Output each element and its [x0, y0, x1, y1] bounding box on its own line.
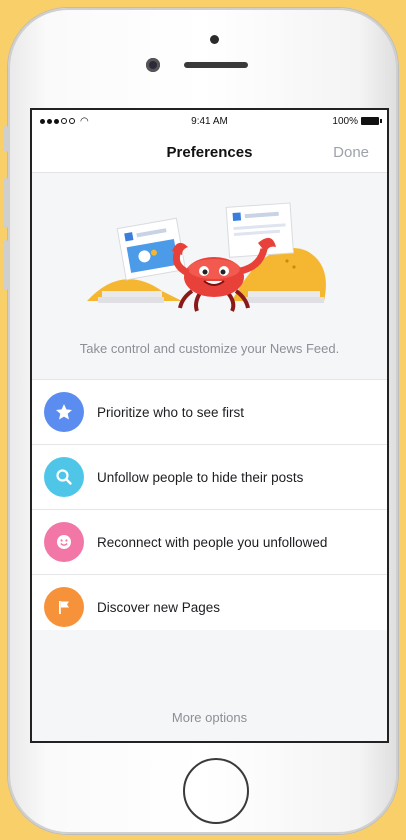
option-unfollow[interactable]: Unfollow people to hide their posts [32, 444, 387, 509]
done-button[interactable]: Done [327, 143, 375, 162]
option-prioritize[interactable]: Prioritize who to see first [32, 379, 387, 444]
front-sensor [210, 35, 219, 44]
search-icon [44, 457, 84, 497]
status-time: 9:41 AM [191, 115, 228, 127]
battery-icon [361, 117, 382, 125]
page-title: Preferences [166, 143, 253, 161]
footer-area: More options [32, 630, 387, 741]
hero-tagline: Take control and customize your News Fee… [79, 341, 340, 356]
volume-down-button [4, 240, 8, 290]
home-button[interactable] [183, 758, 249, 824]
hero-banner: Take control and customize your News Fee… [32, 173, 387, 379]
option-label: Prioritize who to see first [97, 404, 245, 420]
earpiece-speaker [184, 62, 248, 68]
smiley-icon [44, 522, 84, 562]
status-bar: ◠ 9:41 AM 100% [32, 110, 387, 132]
phone-screen: ◠ 9:41 AM 100% Preferences Done Take con… [30, 108, 389, 743]
front-camera [146, 58, 160, 72]
star-icon [44, 392, 84, 432]
mute-switch [4, 126, 8, 152]
flag-icon [44, 587, 84, 627]
navigation-bar: Preferences Done [32, 132, 387, 173]
option-reconnect[interactable]: Reconnect with people you unfollowed [32, 509, 387, 574]
options-list: Prioritize who to see first Unfollow peo… [32, 379, 387, 640]
more-options-link[interactable]: More options [32, 710, 387, 725]
option-label: Reconnect with people you unfollowed [97, 534, 328, 550]
volume-up-button [4, 178, 8, 228]
option-label: Discover new Pages [97, 599, 221, 615]
option-label: Unfollow people to hide their posts [97, 469, 304, 485]
